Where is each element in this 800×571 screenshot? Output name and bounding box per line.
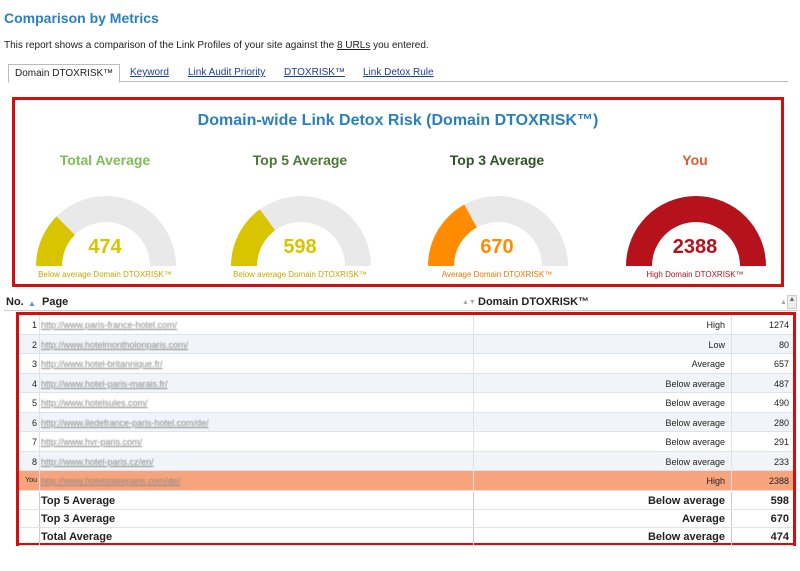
page-url-link[interactable]: http://www.hotel-britannique.fr/ bbox=[41, 359, 163, 369]
gauge-caption: High Domain DTOXRISK™ bbox=[646, 270, 744, 279]
page-url-link[interactable]: http://www.hotelstaseparis.com/de/ bbox=[41, 476, 180, 486]
row-number: 8 bbox=[31, 456, 37, 467]
table-row: 8 http://www.hotel-paris.cz/en/ Below av… bbox=[19, 451, 793, 471]
gauge-caption: Below average Domain DTOXRISK™ bbox=[38, 270, 172, 279]
summary-value: 598 bbox=[770, 495, 789, 507]
gauge-top3-average: Top 3 Average 670 Average Domain DTOXRIS… bbox=[407, 150, 587, 282]
risk-level: Below average bbox=[665, 398, 725, 408]
table-row: 6 http://www.iledefrance-paris-hotel.com… bbox=[19, 412, 793, 432]
risk-level: Low bbox=[708, 339, 725, 350]
summary-risk: Below average bbox=[647, 495, 725, 507]
panel-title: Domain-wide Link Detox Risk (Domain DTOX… bbox=[197, 112, 599, 129]
metrics-tabs: Domain DTOXRISK™ Keyword Link Audit Prio… bbox=[8, 64, 788, 83]
scrollbar-up-arrow[interactable]: ▲ bbox=[787, 295, 797, 309]
table-row: 5 http://www.hotelsules.com/ Below avera… bbox=[19, 393, 793, 413]
row-number: 5 bbox=[31, 398, 37, 408]
tab-link-audit-priority[interactable]: Link Audit Priority bbox=[182, 64, 271, 82]
summary-value: 670 bbox=[770, 513, 789, 525]
table-header: No. ▲ Page ▲▼ Domain DTOXRISK™ ▲▼ ▲ bbox=[4, 293, 798, 311]
intro-text-after: you entered. bbox=[370, 40, 429, 51]
urls-link[interactable]: 8 URLs bbox=[337, 40, 370, 51]
sort-ascending-icon[interactable]: ▲ bbox=[28, 299, 36, 308]
gauge-value: 598 bbox=[283, 236, 317, 258]
risk-level: High bbox=[706, 476, 725, 486]
gauge-total-average: Total Average 474 Below average Domain D… bbox=[15, 150, 195, 282]
tab-link-detox-rule[interactable]: Link Detox Rule bbox=[357, 64, 440, 82]
tab-dtoxrisk[interactable]: DTOXRISK™ bbox=[278, 64, 351, 82]
summary-risk: Average bbox=[681, 513, 725, 525]
risk-value: 2388 bbox=[768, 476, 789, 486]
table-row: 2 http://www.hotelmontholonparis.com/ Lo… bbox=[19, 334, 793, 354]
gauge-value: 474 bbox=[88, 236, 122, 258]
table-row: 7 http://www.hvr-paris.com/ Below averag… bbox=[19, 432, 793, 452]
summary-label: Top 3 Average bbox=[41, 513, 116, 525]
risk-value: 233 bbox=[773, 456, 789, 467]
summary-risk: Below average bbox=[647, 531, 725, 543]
summary-label: Total Average bbox=[41, 531, 113, 543]
gauge-top5-average: Top 5 Average 598 Below average Domain D… bbox=[210, 150, 390, 282]
risk-value: 657 bbox=[773, 359, 789, 369]
risk-level: High bbox=[706, 320, 725, 330]
gauge-label: Top 5 Average bbox=[252, 152, 348, 168]
gauge-caption: Below average Domain DTOXRISK™ bbox=[233, 270, 367, 279]
risk-value: 280 bbox=[773, 417, 789, 428]
row-number: 2 bbox=[31, 339, 37, 350]
row-number: 4 bbox=[31, 378, 37, 389]
results-table: 1 http://www.paris-france-hotel.com/ Hig… bbox=[16, 312, 796, 546]
column-header-domain-dtoxrisk[interactable]: Domain DTOXRISK™ bbox=[478, 296, 589, 308]
risk-level: Below average bbox=[665, 417, 725, 428]
row-number: 3 bbox=[31, 359, 37, 369]
gauge-caption: Average Domain DTOXRISK™ bbox=[441, 270, 553, 279]
row-number: You bbox=[25, 477, 37, 484]
page-url-link[interactable]: http://www.hvr-paris.com/ bbox=[41, 437, 142, 447]
risk-level: Below average bbox=[665, 378, 725, 389]
gauge-label: You bbox=[682, 152, 708, 168]
table-row-you: You http://www.hotelstaseparis.com/de/ H… bbox=[19, 471, 793, 491]
table-row: 4 http://www.hotel-paris-marais.fr/ Belo… bbox=[19, 373, 793, 393]
gauge-panel: Domain-wide Link Detox Risk (Domain DTOX… bbox=[12, 97, 784, 287]
summary-row: Top 3 Average Average 670 bbox=[19, 510, 793, 528]
tab-keyword[interactable]: Keyword bbox=[124, 64, 175, 82]
report-description: This report shows a comparison of the Li… bbox=[4, 40, 429, 51]
tab-domain-dtoxrisk[interactable]: Domain DTOXRISK™ bbox=[8, 64, 121, 83]
risk-level: Below average bbox=[665, 456, 725, 467]
table-row: 1 http://www.paris-france-hotel.com/ Hig… bbox=[19, 315, 793, 335]
page-url-link[interactable]: http://www.hotelsules.com/ bbox=[41, 398, 148, 408]
summary-label: Top 5 Average bbox=[41, 495, 116, 507]
page-title: Comparison by Metrics bbox=[4, 10, 159, 26]
page-url-link[interactable]: http://www.hotelmontholonparis.com/ bbox=[41, 340, 188, 350]
risk-value: 490 bbox=[773, 398, 789, 408]
column-header-page[interactable]: Page bbox=[42, 296, 68, 308]
risk-value: 1274 bbox=[768, 320, 789, 330]
summary-value: 474 bbox=[770, 531, 789, 543]
gauge-value: 2388 bbox=[672, 236, 718, 258]
table-row: 3 http://www.hotel-britannique.fr/ Avera… bbox=[19, 354, 793, 374]
page-url-link[interactable]: http://www.iledefrance-paris-hotel.com/d… bbox=[41, 418, 209, 428]
gauge-value: 670 bbox=[480, 236, 514, 258]
risk-level: Below average bbox=[665, 437, 725, 447]
risk-value: 80 bbox=[778, 339, 789, 350]
risk-value: 291 bbox=[773, 437, 789, 447]
page-url-link[interactable]: http://www.hotel-paris-marais.fr/ bbox=[41, 379, 168, 389]
gauge-label: Top 3 Average bbox=[449, 152, 545, 168]
intro-text-before: This report shows a comparison of the Li… bbox=[4, 40, 337, 51]
row-number: 7 bbox=[31, 437, 37, 447]
gauge-you: You 2388 High Domain DTOXRISK™ bbox=[605, 150, 785, 282]
page-url-link[interactable]: http://www.hotel-paris.cz/en/ bbox=[41, 457, 154, 467]
column-header-no[interactable]: No. bbox=[6, 296, 24, 308]
risk-value: 487 bbox=[773, 378, 789, 389]
page-url-link[interactable]: http://www.paris-france-hotel.com/ bbox=[41, 320, 177, 330]
sort-icon[interactable]: ▲▼ bbox=[462, 299, 476, 306]
summary-row: Top 5 Average Below average 598 bbox=[19, 492, 793, 510]
risk-level: Average bbox=[691, 359, 725, 369]
gauge-label: Total Average bbox=[59, 152, 151, 168]
row-number: 1 bbox=[31, 320, 37, 330]
summary-row: Total Average Below average 474 bbox=[19, 528, 793, 546]
row-number: 6 bbox=[31, 417, 37, 428]
